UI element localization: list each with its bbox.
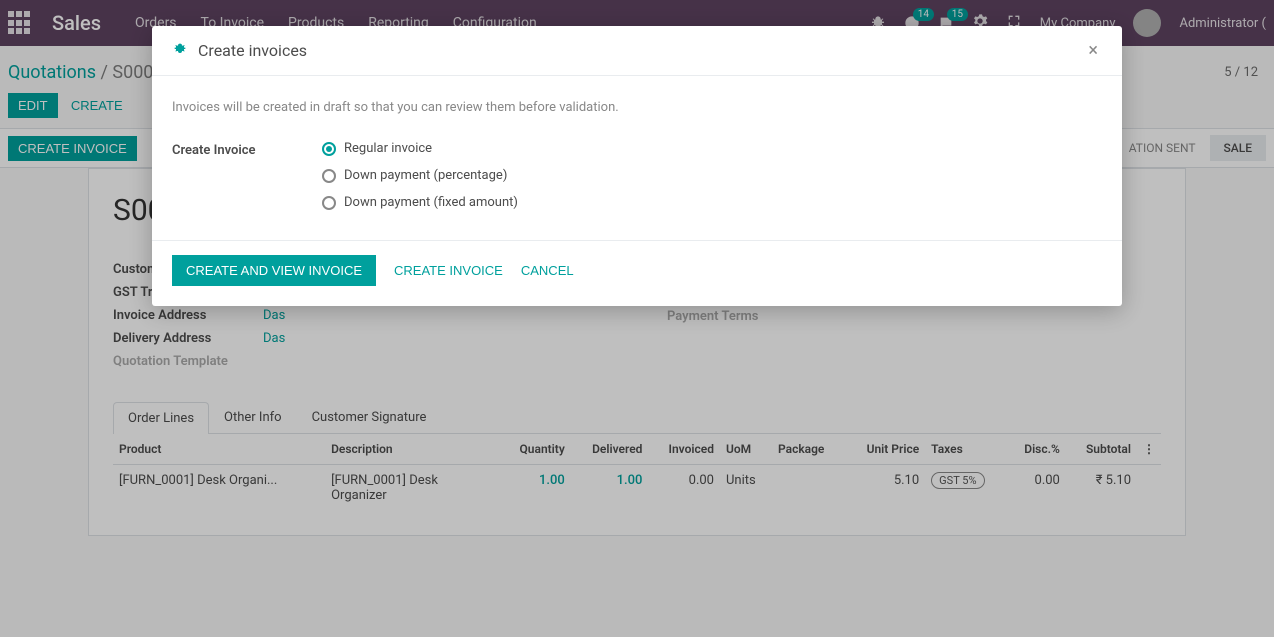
create-invoice-button-modal[interactable]: CREATE INVOICE: [394, 263, 503, 278]
radio-icon: [322, 196, 336, 210]
create-invoice-label: Create Invoice: [172, 141, 322, 158]
modal-footer: CREATE AND VIEW INVOICE CREATE INVOICE C…: [152, 240, 1122, 306]
modal-title: Create invoices: [198, 41, 307, 60]
create-invoices-modal: Create invoices × Invoices will be creat…: [152, 26, 1122, 306]
radio-down-payment-fixed[interactable]: Down payment (fixed amount): [322, 195, 518, 210]
close-icon[interactable]: ×: [1084, 40, 1102, 61]
modal-header: Create invoices ×: [152, 26, 1122, 76]
bug-icon[interactable]: [172, 41, 188, 61]
cancel-button[interactable]: CANCEL: [521, 263, 574, 278]
create-invoice-field: Create Invoice Regular invoice Down paym…: [172, 141, 1102, 210]
modal-help-text: Invoices will be created in draft so tha…: [172, 100, 1102, 115]
radio-icon: [322, 169, 336, 183]
radio-regular-invoice[interactable]: Regular invoice: [322, 141, 518, 156]
radio-down-payment-percent[interactable]: Down payment (percentage): [322, 168, 518, 183]
create-and-view-invoice-button[interactable]: CREATE AND VIEW INVOICE: [172, 255, 376, 286]
modal-body: Invoices will be created in draft so tha…: [152, 76, 1122, 240]
radio-icon: [322, 142, 336, 156]
radio-group: Regular invoice Down payment (percentage…: [322, 141, 518, 210]
